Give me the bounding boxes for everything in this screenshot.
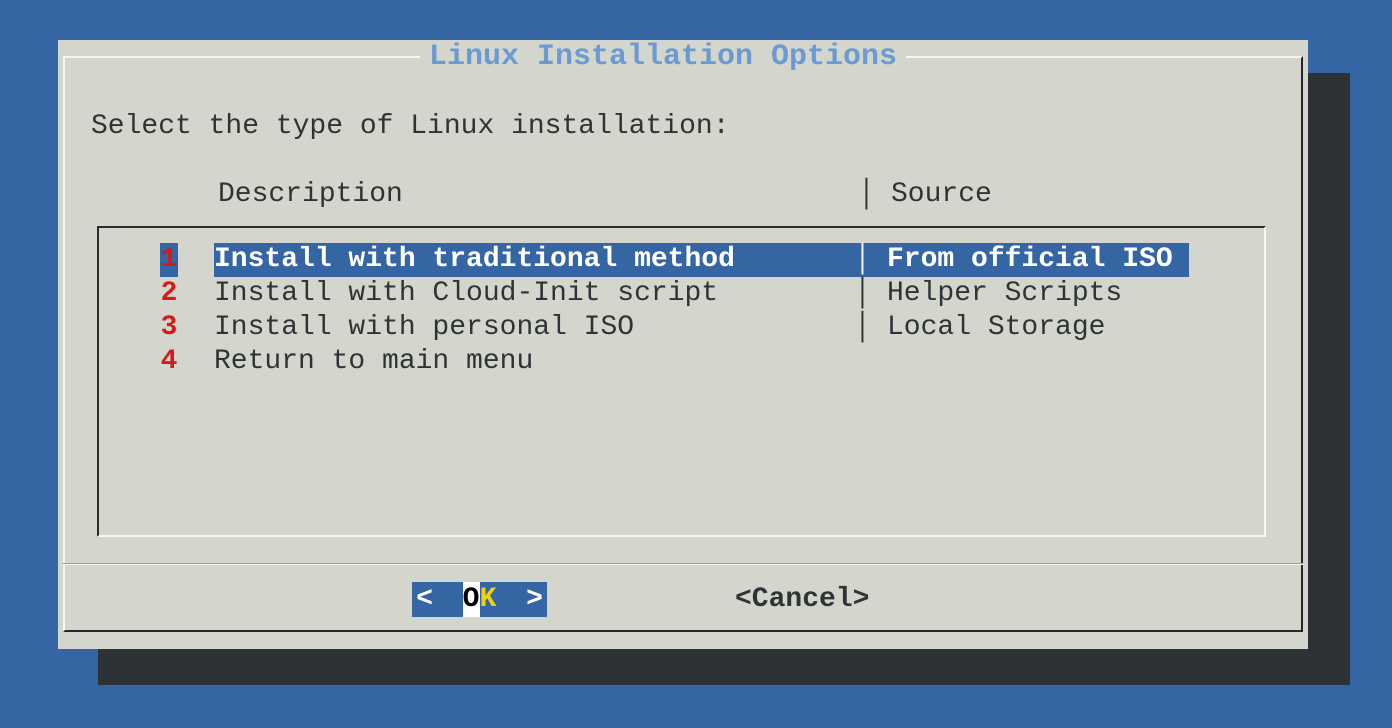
- menu-item-description: Install with personal ISO: [214, 311, 854, 345]
- tag-gap: [178, 243, 214, 277]
- button-area-separator: [63, 563, 1303, 565]
- menu-item-return-main-menu[interactable]: 4 Return to main menu: [99, 345, 1264, 379]
- menu-item-source: From official ISO: [887, 243, 1173, 277]
- menu-item-source: Helper Scripts: [887, 277, 1122, 311]
- menu-item-text: Install with traditional method │ From o…: [214, 243, 1189, 277]
- column-header-row: Description │ Source: [58, 178, 992, 212]
- ok-hotkey-char: K: [480, 582, 497, 617]
- tag-gap: [178, 277, 214, 311]
- column-header-source: Source: [891, 178, 992, 212]
- menu-item-tag: 2: [160, 277, 178, 311]
- column-separator: │: [858, 178, 891, 212]
- ok-button[interactable]: < O K >: [412, 582, 547, 617]
- menu-item-text: Install with Cloud-Init script │ Helper …: [214, 277, 1138, 311]
- menu-item-separator: │: [854, 277, 887, 311]
- prompt-text: Select the type of Linux installation:: [91, 110, 730, 144]
- menu-item-separator: │: [854, 243, 887, 277]
- linux-installation-options-dialog: Linux Installation Options Select the ty…: [58, 40, 1308, 649]
- desktop-background: { "dialog": { "title": "Linux Installati…: [0, 0, 1392, 728]
- menu-item-install-cloud-init[interactable]: 2 Install with Cloud-Init script │ Helpe…: [99, 277, 1264, 311]
- ok-close-bracket: >: [526, 582, 543, 617]
- tag-gap: [178, 345, 214, 379]
- tag-gap: [178, 311, 214, 345]
- cancel-button[interactable]: <Cancel>: [735, 582, 869, 617]
- menu-item-tag: 1: [160, 243, 178, 277]
- dialog-title: Linux Installation Options: [420, 41, 906, 73]
- menu-item-source: Local Storage: [887, 311, 1105, 345]
- menu-item-description: Install with traditional method: [214, 243, 854, 277]
- menu-item-text: Install with personal ISO │ Local Storag…: [214, 311, 1121, 345]
- menu-listbox[interactable]: 1 Install with traditional method │ From…: [97, 226, 1266, 537]
- ok-spacer: [433, 582, 463, 617]
- menu-item-text: Return to main menu: [214, 345, 903, 379]
- menu-item-tag: 3: [160, 311, 178, 345]
- menu-item-tag: 4: [160, 345, 178, 379]
- menu-item-install-traditional[interactable]: 1 Install with traditional method │ From…: [99, 243, 1264, 277]
- ok-cursor-char: O: [463, 582, 480, 617]
- ok-spacer: [497, 582, 527, 617]
- column-header-description: Description: [218, 178, 858, 212]
- ok-open-bracket: <: [416, 582, 433, 617]
- menu-item-description: Install with Cloud-Init script: [214, 277, 854, 311]
- menu-item-install-personal-iso[interactable]: 3 Install with personal ISO │ Local Stor…: [99, 311, 1264, 345]
- menu-item-description: Return to main menu: [214, 345, 854, 379]
- menu-item-separator: [854, 345, 887, 379]
- menu-item-separator: │: [854, 311, 887, 345]
